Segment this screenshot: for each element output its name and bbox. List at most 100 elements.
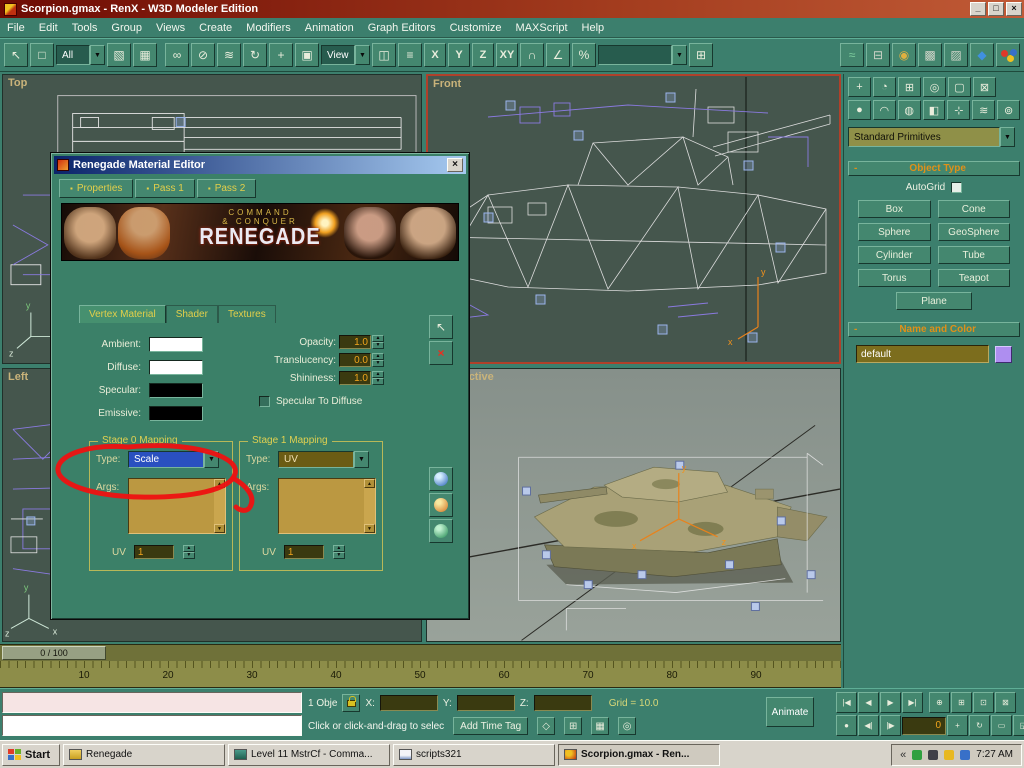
move-icon[interactable]: + [269,43,293,67]
percent-snap-icon[interactable]: % [572,43,596,67]
min-max-toggle-icon[interactable]: ◱ [1013,715,1024,736]
spinner-up-icon[interactable]: ▲ [183,545,195,552]
curve-editor-icon[interactable]: ≈ [840,43,864,67]
render-scene-icon[interactable]: ▩ [918,43,942,67]
track-bar-ruler[interactable]: 10 20 30 40 50 60 70 80 90 [0,661,841,688]
restrict-xy-button[interactable]: XY [496,43,518,67]
spacewarps-category[interactable]: ≋ [972,100,995,120]
maximize-button[interactable]: □ [988,2,1004,16]
selection-region-icon[interactable]: □ [30,43,54,67]
sphere-button[interactable]: Sphere [858,223,931,241]
menu-modifiers[interactable]: Modifiers [239,20,298,36]
color-palette-icon[interactable] [996,43,1020,67]
tube-button[interactable]: Tube [938,246,1011,264]
selection-filter-dropdown[interactable]: All ▼ [56,45,105,65]
mirror-icon[interactable]: ◫ [372,43,396,67]
spinner-up-icon[interactable]: ▲ [372,353,384,360]
quick-render-icon[interactable]: ◆ [970,43,994,67]
bind-spacewarp-icon[interactable]: ≋ [217,43,241,67]
object-type-rollout-header[interactable]: - Object Type [848,161,1020,176]
chevron-down-icon[interactable]: ▼ [90,45,105,65]
axis-lock-icon[interactable]: ⊞ [564,717,582,735]
diffuse-color-swatch[interactable] [149,360,203,375]
stage-1-uv-field[interactable]: 1 [284,545,324,559]
pick-material-button[interactable]: ↖ [429,315,453,339]
scroll-down-icon[interactable]: ▼ [214,524,225,533]
unlink-icon[interactable]: ⊘ [191,43,215,67]
material-ball-gold-button[interactable] [429,493,453,517]
spinner-down-icon[interactable]: ▼ [333,552,345,559]
snap-grid-icon[interactable]: ▦ [591,717,609,735]
spinner-up-icon[interactable]: ▲ [372,335,384,342]
minimize-button[interactable]: _ [970,2,986,16]
args-scrollbar[interactable]: ▲▼ [214,479,225,533]
volume-icon[interactable] [928,750,938,760]
menu-views[interactable]: Views [149,20,192,36]
name-color-rollout-header[interactable]: - Name and Color [848,322,1020,337]
restrict-x-button[interactable]: X [424,43,446,67]
stage-0-args-textarea[interactable]: ▲▼ [128,478,226,534]
snap-toggle-icon[interactable]: ∩ [520,43,544,67]
tab-properties[interactable]: ▪ Properties [59,179,133,198]
pan-icon[interactable]: + [947,715,968,736]
viewport-perspective[interactable]: Perspective [426,368,841,642]
geosphere-button[interactable]: GeoSphere [938,223,1011,241]
material-ball-green-button[interactable] [429,519,453,543]
network-icon[interactable] [960,750,970,760]
selection-lock-button[interactable] [342,694,360,712]
zoom-all-icon[interactable]: ⊞ [951,692,972,713]
material-editor-icon[interactable]: ◉ [892,43,916,67]
tab-pass-1[interactable]: ▪ Pass 1 [135,179,194,198]
delete-material-button[interactable]: × [429,341,453,365]
scheduler-icon[interactable] [944,750,954,760]
select-by-name-icon[interactable]: ▦ [133,43,157,67]
dialog-close-button[interactable]: × [447,158,463,172]
menu-tools[interactable]: Tools [65,20,105,36]
menu-graph-editors[interactable]: Graph Editors [361,20,443,36]
plane-button[interactable]: Plane [896,292,972,310]
material-ball-blue-button[interactable] [429,467,453,491]
go-to-end-button[interactable]: ▶| [902,692,923,713]
primitive-category-dropdown[interactable]: Standard Primitives ▼ [848,127,1015,147]
ambient-color-swatch[interactable] [149,337,203,352]
zoom-extents-icon[interactable]: ⊡ [973,692,994,713]
crossing-selection-icon[interactable]: ◎ [618,717,636,735]
go-to-start-button[interactable]: |◀ [836,692,857,713]
schematic-view-icon[interactable]: ⊟ [866,43,890,67]
specular-to-diffuse-checkbox[interactable] [259,396,270,407]
select-and-link-icon[interactable]: ∞ [165,43,189,67]
torus-button[interactable]: Torus [858,269,931,287]
scroll-up-icon[interactable]: ▲ [364,479,375,488]
lights-category[interactable]: ◍ [898,100,921,120]
play-button[interactable]: ▶ [880,692,901,713]
previous-frame-button[interactable]: ◀ [858,692,879,713]
modify-tab[interactable]: ◔ [873,77,896,97]
cube-icon[interactable]: ◇ [537,717,555,735]
menu-edit[interactable]: Edit [32,20,65,36]
geometry-category[interactable]: ● [848,100,871,120]
opacity-field[interactable]: 1.0 [339,335,371,349]
taskbar-task-level11[interactable]: Level 11 MstrCf - Comma... [228,744,390,766]
time-slider-track[interactable]: 0 / 100 [0,644,841,661]
rotate-icon[interactable]: ↻ [243,43,267,67]
environment-icon[interactable]: ▨ [944,43,968,67]
subtab-vertex-material[interactable]: Vertex Material [79,305,166,323]
scroll-up-icon[interactable]: ▲ [214,479,225,488]
create-tab[interactable]: + [848,77,871,97]
menu-help[interactable]: Help [575,20,612,36]
z-coordinate-field[interactable] [534,695,592,711]
menu-group[interactable]: Group [104,20,149,36]
antivirus-icon[interactable] [912,750,922,760]
teapot-button[interactable]: Teapot [938,269,1011,287]
menu-maxscript[interactable]: MAXScript [509,20,575,36]
stage-1-args-textarea[interactable]: ▲▼ [278,478,376,534]
shapes-category[interactable]: ◠ [873,100,896,120]
taskbar-task-scripts321[interactable]: scripts321 [393,744,555,766]
object-name-field[interactable]: default [856,345,989,363]
macro-recorder-line[interactable] [2,692,302,713]
x-coordinate-field[interactable] [380,695,438,711]
region-zoom-icon[interactable]: ▭ [991,715,1012,736]
motion-tab[interactable]: ◎ [923,77,946,97]
time-slider[interactable]: 0 / 100 [2,646,106,660]
translucency-field[interactable]: 0.0 [339,353,371,367]
